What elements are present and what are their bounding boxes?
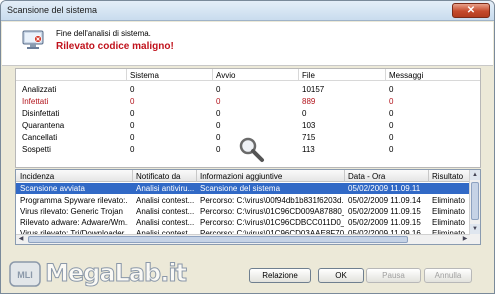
stats-row-analizzati: Analizzati 0 0 10157 0 [22, 85, 394, 94]
annulla-button[interactable]: Annulla [424, 268, 472, 283]
magnifier-icon [239, 137, 264, 162]
log-row[interactable]: Rilevato adware: Adware/Wm... Analisi co… [16, 217, 470, 228]
relazione-button[interactable]: Relazione [249, 268, 311, 283]
scroll-left-icon[interactable]: ◀ [16, 235, 26, 244]
log-row[interactable]: Programma Spyware rilevato:... Analisi c… [16, 195, 470, 206]
megalab-watermark: MLI MegaLab.it [5, 253, 188, 293]
malware-alert-text: Rilevato codice maligno! [56, 41, 174, 52]
scan-complete-text: Fine dell'analisi di sistema. [56, 29, 151, 38]
stats-row-infettati: Infettati 0 0 889 0 [22, 97, 394, 106]
horizontal-scroll-thumb[interactable] [28, 236, 408, 243]
log-row[interactable]: Scansione avviata Analisi antiviru... Sc… [16, 183, 470, 194]
log-vertical-scrollbar[interactable]: ▲ ▼ [469, 170, 480, 244]
title-bar[interactable]: Scansione del sistema ✕ [1, 1, 494, 21]
col-messaggi: Messaggi [389, 71, 424, 80]
col-file: File [302, 71, 315, 80]
scroll-thumb[interactable] [471, 182, 479, 220]
window-title: Scansione del sistema [7, 5, 98, 15]
log-horizontal-scrollbar[interactable]: ◀ ▶ [16, 234, 470, 244]
col-data-ora[interactable]: Data - Ora [348, 172, 430, 181]
pausa-button[interactable]: Pausa [366, 268, 421, 283]
stats-row-disinfettati: Disinfettati 0 0 0 0 [22, 109, 394, 118]
col-avvio: Avvio [216, 71, 236, 80]
watermark-text: MegaLab.it [44, 259, 187, 288]
close-button[interactable]: ✕ [452, 3, 490, 18]
scan-result-header: Fine dell'analisi di sistema. Rilevato c… [2, 22, 493, 66]
col-sistema: Sistema [130, 71, 159, 80]
col-notificato-da[interactable]: Notificato da [136, 172, 196, 181]
scroll-down-icon[interactable]: ▼ [470, 224, 480, 234]
col-risultato[interactable]: Risultato [432, 172, 470, 181]
ok-button[interactable]: OK [318, 268, 364, 283]
stats-row-quarantena: Quarantena 0 0 103 0 [22, 121, 394, 130]
scroll-right-icon[interactable]: ▶ [460, 235, 470, 244]
close-icon: ✕ [466, 5, 476, 16]
scan-dialog-window: Scansione del sistema ✕ Fine dell'analis… [0, 0, 495, 294]
statistics-header: Sistema Avvio File Messaggi [16, 69, 480, 81]
log-row[interactable]: Virus rilevato: Generic Trojan Analisi c… [16, 206, 470, 217]
monitor-icon [22, 30, 44, 49]
log-header: Incidenza Notificato da Informazioni agg… [16, 170, 470, 182]
incident-log-table[interactable]: Incidenza Notificato da Informazioni agg… [15, 169, 481, 245]
scroll-up-icon[interactable]: ▲ [470, 170, 480, 180]
col-incidenza[interactable]: Incidenza [20, 172, 128, 181]
svg-text:MLI: MLI [17, 270, 33, 280]
mli-logo-icon: MLI [9, 261, 41, 287]
col-informazioni[interactable]: Informazioni aggiuntive [200, 172, 344, 181]
